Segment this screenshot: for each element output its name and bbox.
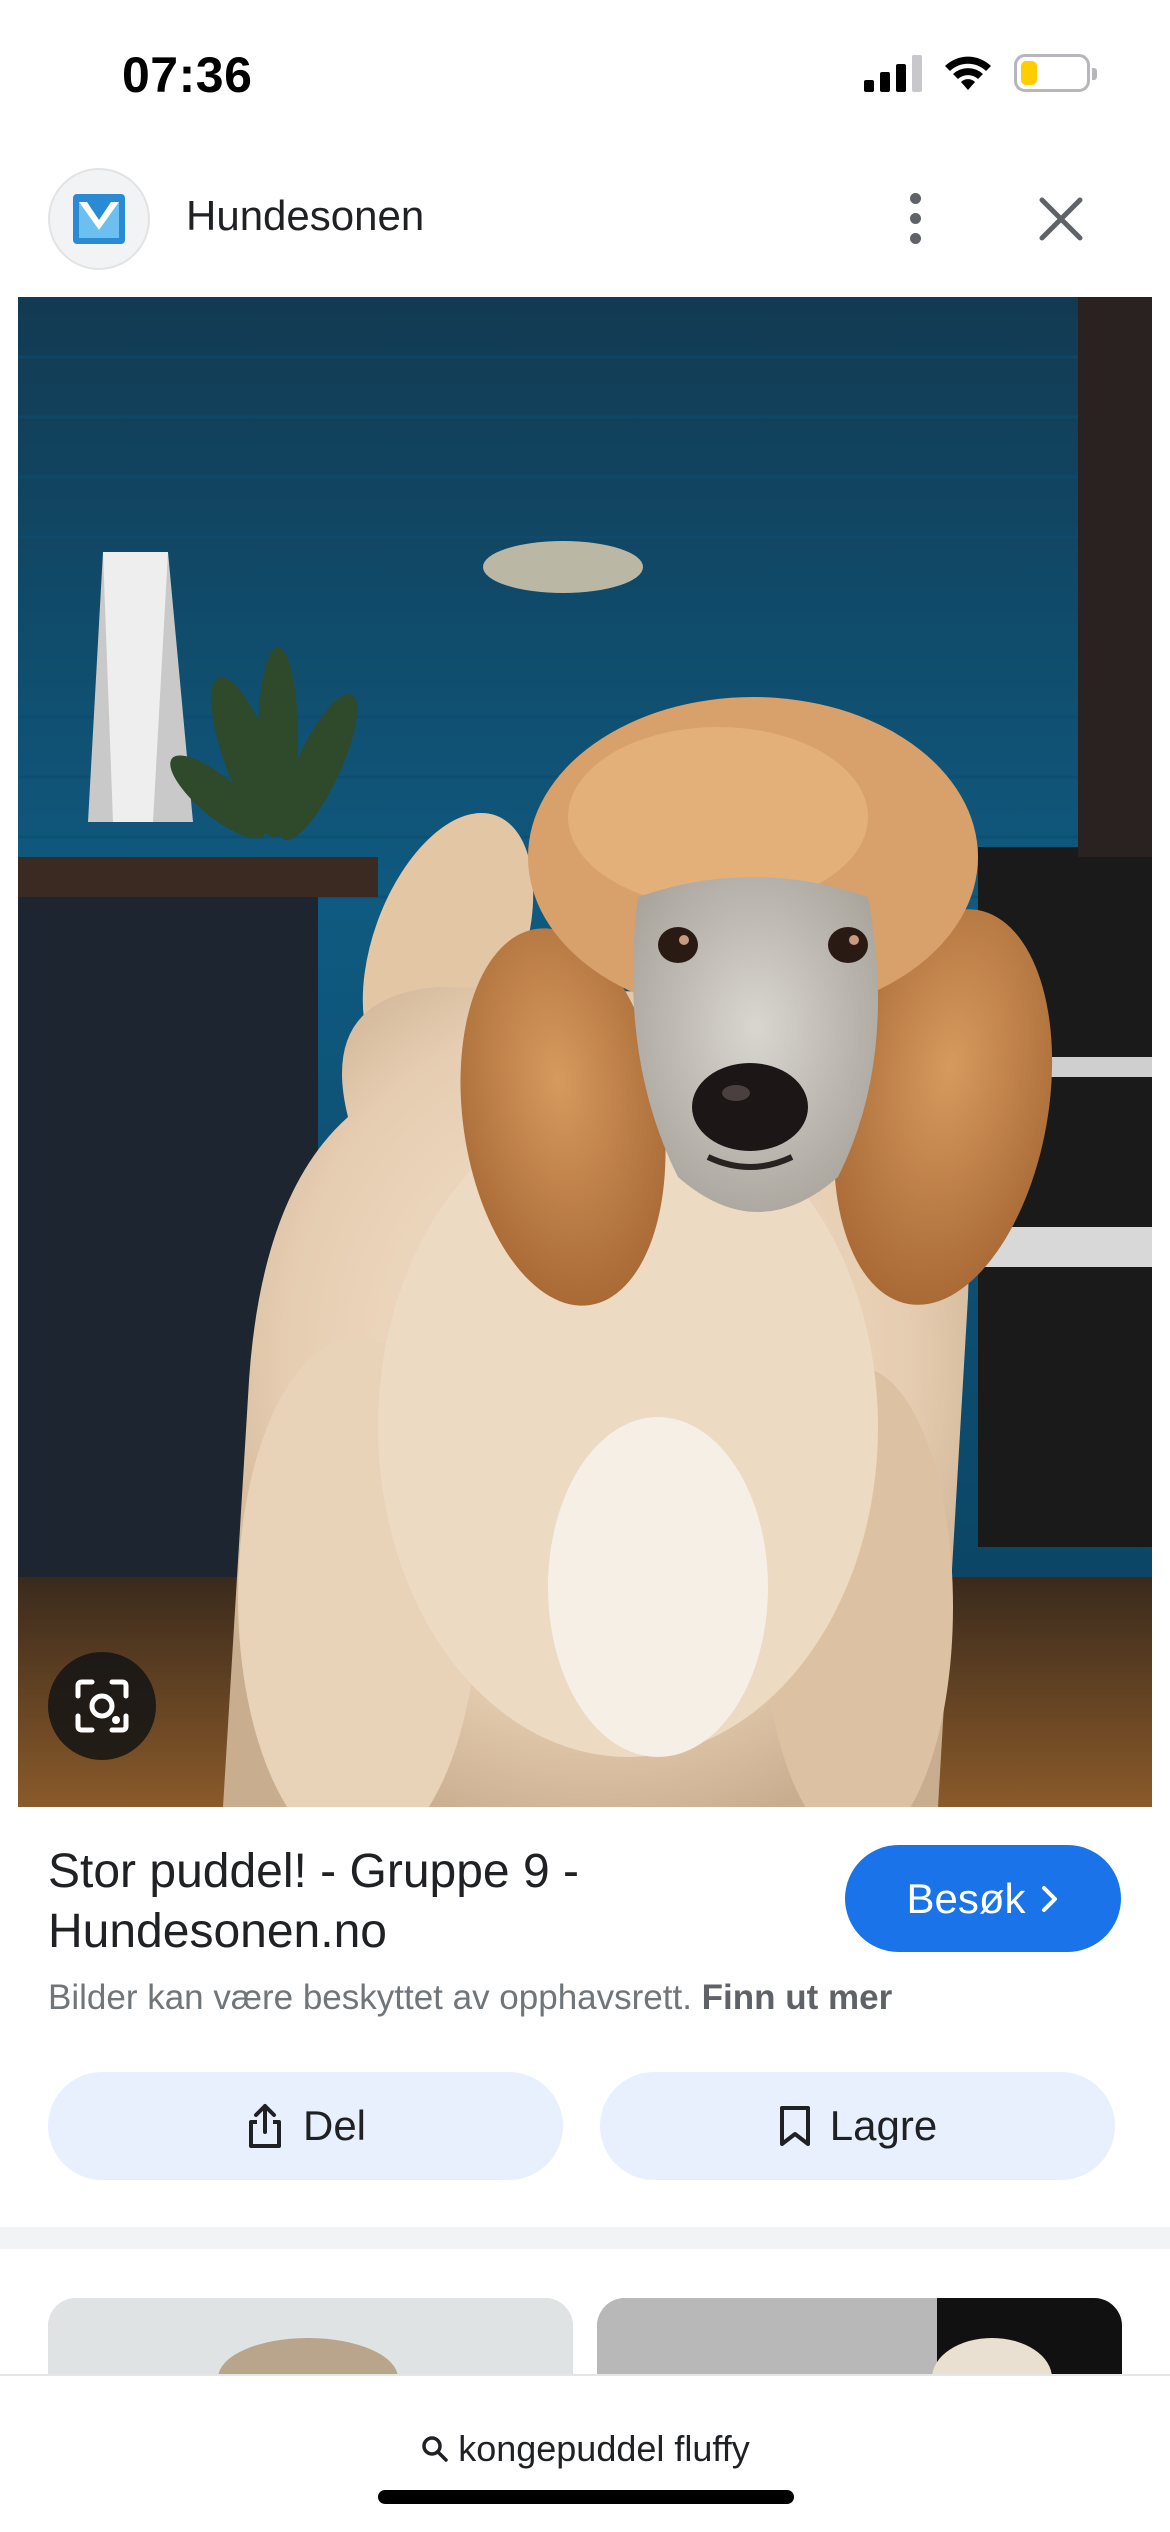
home-indicator[interactable] — [378, 2490, 794, 2504]
bookmark-icon — [779, 2106, 810, 2146]
search-icon — [422, 2436, 448, 2462]
share-label: Del — [302, 2102, 367, 2149]
lens-icon — [75, 1679, 129, 1733]
search-query: kongepuddel fluffy — [458, 2428, 750, 2469]
bottom-search-bar: kongepuddel fluffy — [0, 2374, 1170, 2532]
section-divider — [0, 2227, 1170, 2249]
share-button[interactable]: Del — [48, 2072, 563, 2180]
copyright-text: Bilder kan være beskyttet av opphavsrett… — [48, 1978, 692, 2017]
battery-icon — [1014, 54, 1097, 92]
search-query-chip[interactable]: kongepuddel fluffy — [0, 2428, 1170, 2470]
result-title[interactable]: Stor puddel! - Gruppe 9 - Hundesonen.no — [48, 1842, 808, 1962]
cellular-signal-icon — [864, 54, 922, 92]
viewer-header: Hundesonen — [0, 160, 1170, 290]
save-label: Lagre — [829, 2102, 938, 2149]
related-image-thumbnail[interactable] — [48, 2298, 573, 2378]
learn-more-link[interactable]: Finn ut mer — [702, 1978, 893, 2017]
copyright-notice: Bilder kan være beskyttet av opphavsrett… — [48, 1978, 892, 2018]
status-icons — [864, 54, 1097, 92]
status-bar: 07:36 — [0, 0, 1170, 150]
related-image-thumbnail[interactable] — [597, 2298, 1122, 2378]
wifi-icon — [945, 56, 991, 90]
more-vert-icon[interactable] — [880, 180, 950, 256]
site-name[interactable]: Hundesonen — [186, 192, 424, 240]
close-icon[interactable] — [1022, 180, 1100, 258]
save-button[interactable]: Lagre — [600, 2072, 1115, 2180]
site-logo-icon[interactable] — [48, 168, 150, 270]
poodle-photo — [18, 297, 1152, 1807]
visit-button[interactable]: Besøk — [845, 1845, 1121, 1952]
status-time: 07:36 — [122, 47, 253, 103]
google-lens-button[interactable] — [48, 1652, 156, 1760]
result-image[interactable] — [18, 297, 1152, 1807]
visit-label: Besøk — [906, 1874, 1026, 1922]
share-icon — [248, 2104, 281, 2148]
battery-fill — [1021, 61, 1037, 85]
chevron-right-icon — [1041, 1885, 1057, 1912]
